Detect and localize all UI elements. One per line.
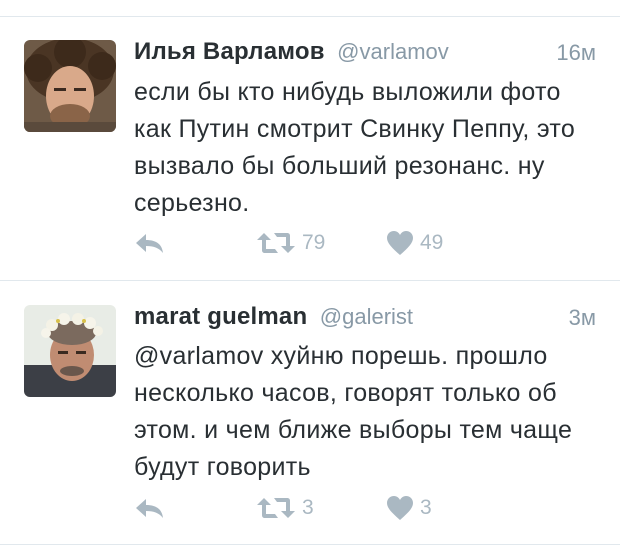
tweet-header: marat guelman @galerist 3м xyxy=(134,303,596,333)
bottom-divider xyxy=(0,544,620,545)
retweet-icon xyxy=(257,498,295,518)
retweet-button[interactable]: 3 xyxy=(256,493,314,523)
author-handle[interactable]: @varlamov xyxy=(337,39,449,64)
retweet-icon xyxy=(257,233,295,253)
like-button[interactable]: 49 xyxy=(386,228,443,258)
author-name[interactable]: marat guelman xyxy=(134,303,307,330)
avatar-image xyxy=(24,305,116,397)
tweet-time[interactable]: 3м xyxy=(569,305,596,331)
avatar-image xyxy=(24,40,116,132)
retweet-button[interactable]: 79 xyxy=(256,228,325,258)
avatar[interactable] xyxy=(24,305,116,397)
retweet-count: 3 xyxy=(302,496,314,519)
retweet-count: 79 xyxy=(302,231,326,254)
tweet-actions: 3 3 xyxy=(134,493,534,523)
like-count: 49 xyxy=(420,231,444,254)
avatar[interactable] xyxy=(24,40,116,132)
tweet-text: если бы кто нибудь выложили фото как Пут… xyxy=(134,78,576,217)
reply-icon xyxy=(136,499,163,518)
tweet-header: Илья Варламов @varlamov 16м xyxy=(134,38,596,68)
tweet-text: @varlamov хуйню порешь. прошло несколько… xyxy=(134,342,573,481)
heart-icon xyxy=(387,231,413,255)
reply-button[interactable] xyxy=(134,493,166,523)
top-divider xyxy=(0,16,620,17)
author-handle[interactable]: @galerist xyxy=(320,304,413,329)
tweet-time[interactable]: 16м xyxy=(556,40,596,66)
author-name[interactable]: Илья Варламов xyxy=(134,38,325,65)
like-count: 3 xyxy=(420,496,432,519)
reply-button[interactable] xyxy=(134,228,166,258)
like-button[interactable]: 3 xyxy=(386,493,432,523)
reply-icon xyxy=(136,234,163,253)
tweet-divider xyxy=(0,280,620,281)
tweet-actions: 79 49 xyxy=(134,228,534,258)
heart-icon xyxy=(387,496,413,520)
